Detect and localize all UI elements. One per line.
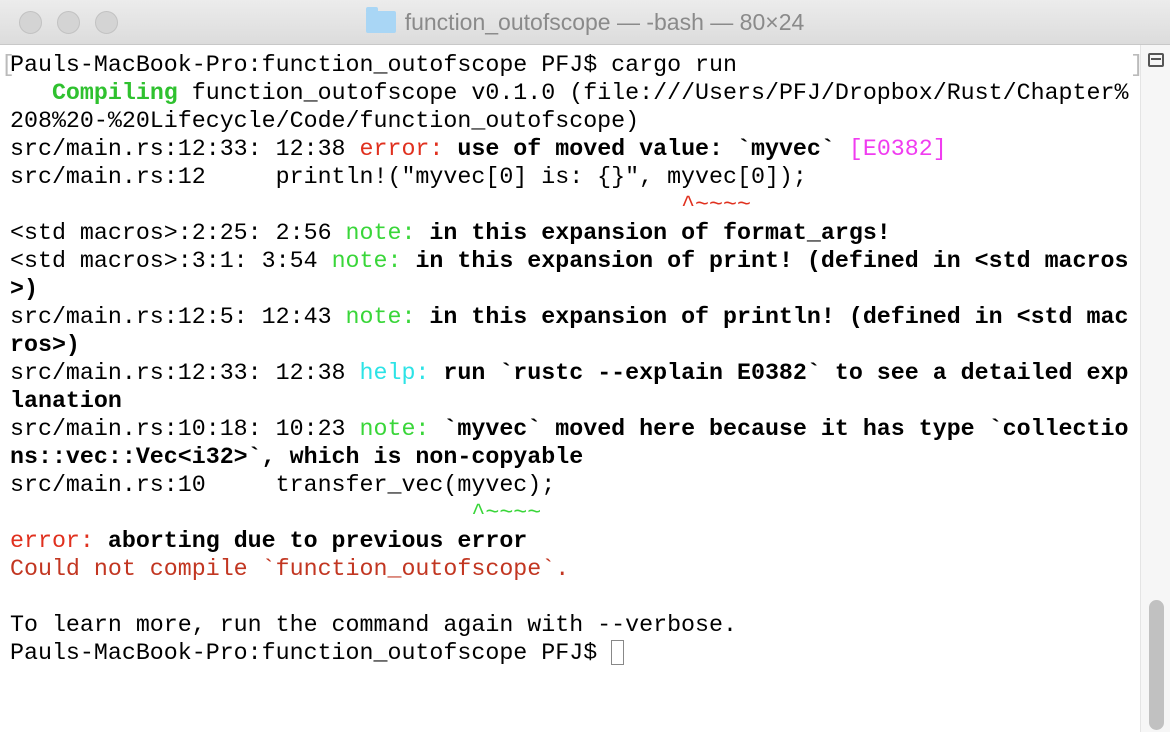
window-title: function_outofscope — -bash — 80×24 <box>0 7 1170 36</box>
terminal-line: error: aborting due to previous error <box>10 527 1128 555</box>
terminal-text: lanation <box>10 388 122 414</box>
terminal-text: in this expansion of format_args! <box>429 220 891 246</box>
terminal-text: help: <box>359 360 444 386</box>
terminal-text: ^~~~~ <box>471 500 542 526</box>
terminal-line: Pauls-MacBook-Pro:function_outofscope PF… <box>10 639 1128 667</box>
terminal-text: src/main.rs:12:33: 12:38 <box>10 136 360 162</box>
terminal-text: To learn more, run the command again wit… <box>10 612 737 638</box>
terminal-line: Compiling function_outofscope v0.1.0 (fi… <box>10 79 1129 107</box>
folder-icon <box>365 7 396 33</box>
terminal-text: src/main.rs:12:5: 12:43 <box>10 304 346 330</box>
terminal-line: ros>) <box>10 331 1128 359</box>
terminal-text: Could not compile `function_outofscope`. <box>10 556 570 582</box>
terminal-text: in this expansion of print! (defined in … <box>415 248 1129 274</box>
cursor <box>611 640 625 665</box>
terminal-text: <std macros>:3:1: 3:54 <box>10 248 332 274</box>
terminal-text: >) <box>10 276 38 302</box>
terminal-line: <std macros>:3:1: 3:54 note: in this exp… <box>10 247 1128 275</box>
terminal-text: function_outofscope v0.1.0 (file:///User… <box>177 80 1129 106</box>
terminal-text: error: <box>359 136 458 162</box>
scrollbar[interactable] <box>1140 45 1170 732</box>
scrollbar-thumb[interactable] <box>1149 600 1164 730</box>
terminal-line: ^~~~~ <box>10 191 1128 219</box>
terminal-line: ns::vec::Vec<i32>`, which is non-copyabl… <box>10 443 1128 471</box>
terminal-line: 208%20-%20Lifecycle/Code/function_outofs… <box>10 107 1128 135</box>
terminal-text: <std macros>:2:25: 2:56 <box>10 220 346 246</box>
terminal-text: Pauls-MacBook-Pro:function_outofscope PF… <box>10 52 737 78</box>
terminal-line: src/main.rs:10:18: 10:23 note: `myvec` m… <box>10 415 1128 443</box>
terminal-text: Pauls-MacBook-Pro:function_outofscope PF… <box>10 640 612 666</box>
terminal-text: note: <box>331 248 416 274</box>
terminal-text: Compiling <box>51 80 178 106</box>
window-title-text: function_outofscope — -bash — 80×24 <box>404 9 805 35</box>
terminal-text: ros>) <box>10 332 80 358</box>
terminal-line: src/main.rs:12:33: 12:38 error: use of m… <box>10 135 1128 163</box>
terminal-line: Pauls-MacBook-Pro:function_outofscope PF… <box>10 51 1128 79</box>
split-pane-icon[interactable] <box>1148 53 1164 67</box>
terminal-line: Could not compile `function_outofscope`. <box>10 555 1128 583</box>
terminal-line: src/main.rs:12:33: 12:38 help: run `rust… <box>10 359 1128 387</box>
terminal-text: note: <box>359 416 444 442</box>
terminal-text: ns::vec::Vec<i32>`, which is non-copyabl… <box>10 444 584 470</box>
terminal-text: src/main.rs:12:33: 12:38 <box>10 360 360 386</box>
terminal-text: 208%20-%20Lifecycle/Code/function_outofs… <box>10 108 640 134</box>
title-bar: function_outofscope — -bash — 80×24 <box>0 0 1170 45</box>
terminal-text: src/main.rs:10 transfer_vec(myvec); <box>10 472 556 498</box>
terminal-text: run `rustc --explain E0382` to see a det… <box>443 360 1129 386</box>
terminal-line: src/main.rs:10 transfer_vec(myvec); <box>10 471 1128 499</box>
terminal-text: aborting due to previous error <box>107 528 528 554</box>
terminal-text: ^~~~~ <box>681 192 751 218</box>
terminal-line: >) <box>10 275 1128 303</box>
terminal-line: src/main.rs:12:5: 12:43 note: in this ex… <box>10 303 1128 331</box>
terminal-line: src/main.rs:12 println!("myvec[0] is: {}… <box>10 163 1128 191</box>
terminal-text: src/main.rs:10:18: 10:23 <box>10 416 360 442</box>
terminal-line: ^~~~~ <box>10 499 1128 527</box>
terminal-text: src/main.rs:12 println!("myvec[0] is: {}… <box>10 164 807 190</box>
terminal-line: To learn more, run the command again wit… <box>10 611 1128 639</box>
terminal-line: lanation <box>10 387 1128 415</box>
terminal-text: in this expansion of println! (defined i… <box>429 304 1129 330</box>
terminal-text: use of moved value: `myvec` <box>457 136 835 162</box>
terminal-text: note: <box>345 304 430 330</box>
terminal-text: error: <box>10 528 108 554</box>
terminal-text: `myvec` moved here because it has type `… <box>443 416 1129 442</box>
terminal-line: <std macros>:2:25: 2:56 note: in this ex… <box>10 219 1128 247</box>
terminal-text: [E0382] <box>848 136 947 162</box>
terminal-output[interactable]: Pauls-MacBook-Pro:function_outofscope PF… <box>10 51 1128 667</box>
terminal-text: note: <box>345 220 430 246</box>
